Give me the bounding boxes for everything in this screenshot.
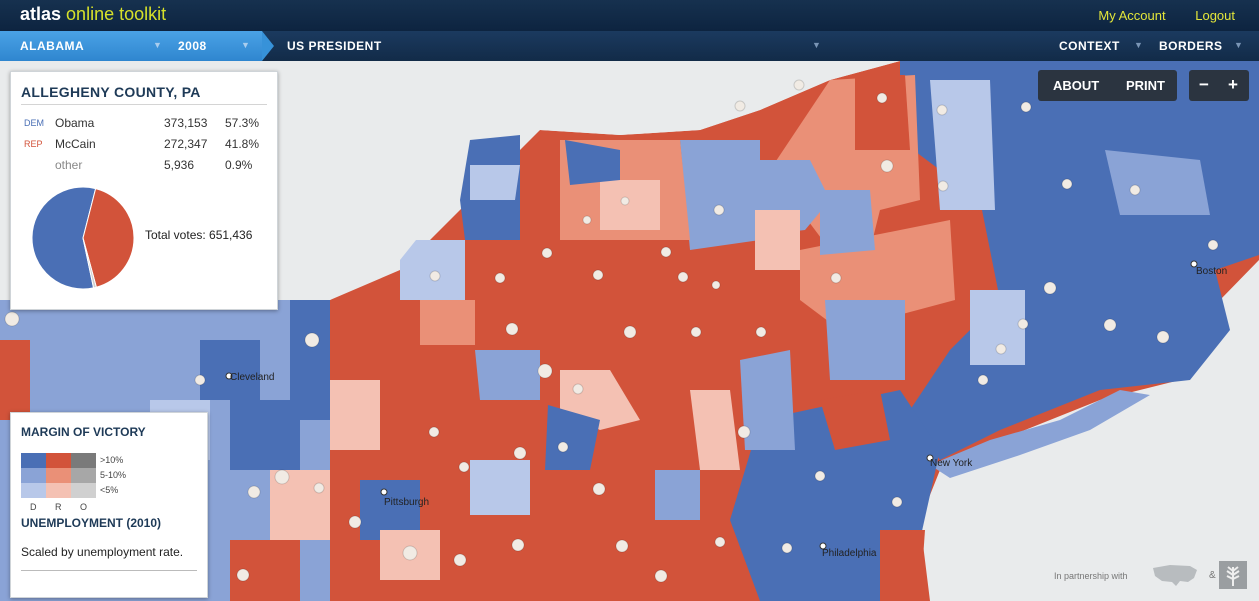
divider: [21, 570, 197, 571]
chevron-down-icon[interactable]: ▼: [153, 40, 162, 50]
county-patch[interactable]: [680, 140, 760, 250]
swatch-r-strong: [46, 453, 71, 468]
legend-column: D: [30, 502, 37, 512]
chevron-down-icon[interactable]: ▼: [1134, 40, 1143, 50]
legend-column: O: [80, 502, 88, 512]
context-menu[interactable]: CONTEXT: [1059, 39, 1120, 53]
county-info-panel: ALLEGHENY COUNTY, PA DEM Obama 373,153 5…: [10, 71, 278, 310]
partner-ampersand: &: [1209, 570, 1216, 581]
vote-count: 373,153: [164, 116, 208, 130]
wheat-logo-icon: [1219, 561, 1247, 589]
county-patch[interactable]: [230, 400, 300, 470]
city-label-new-york: New York: [930, 458, 973, 469]
race-dropdown[interactable]: US PRESIDENT: [287, 39, 382, 53]
city-label-philadelphia: Philadelphia: [822, 548, 877, 559]
vote-percent: 0.9%: [225, 158, 253, 172]
top-bar: atlas online toolkit My Account Logout: [0, 0, 1259, 31]
vote-count: 5,936: [164, 158, 195, 172]
year-dropdown[interactable]: 2008: [178, 39, 207, 53]
candidate-name: Obama: [55, 116, 95, 130]
chevron-down-icon[interactable]: ▼: [1234, 40, 1243, 50]
zoom-in-button[interactable]: +: [1228, 75, 1238, 95]
county-patch[interactable]: [880, 530, 925, 601]
county-patch[interactable]: [600, 180, 660, 230]
chevron-down-icon[interactable]: ▼: [241, 40, 250, 50]
legend-panel: MARGIN OF VICTORY >10% 5-10% <5% D R O U…: [10, 412, 208, 598]
county-patch[interactable]: [820, 190, 875, 255]
borders-menu[interactable]: BORDERS: [1159, 39, 1223, 53]
swatch-o-weak: [71, 483, 96, 498]
vote-count: 272,347: [164, 137, 208, 151]
county-patch[interactable]: [655, 470, 700, 520]
chevron-down-icon[interactable]: ▼: [812, 40, 821, 50]
city-label-boston: Boston: [1196, 266, 1227, 277]
county-patch[interactable]: [825, 300, 905, 380]
swatch-d-mid: [21, 468, 46, 483]
county-patch[interactable]: [470, 165, 520, 200]
result-row-other: other 5,936 0.9%: [24, 158, 264, 174]
vote-share-pie: [31, 186, 135, 290]
candidate-name: other: [55, 158, 83, 172]
brand-bold: atlas: [20, 4, 62, 24]
swatch-d-weak: [21, 483, 46, 498]
total-votes: Total votes: 651,436: [145, 228, 253, 242]
county-patch[interactable]: [970, 290, 1025, 365]
map-actions: ABOUT PRINT: [1038, 70, 1177, 101]
zoom-controls: − +: [1189, 70, 1249, 101]
state-dropdown[interactable]: ALABAMA: [20, 39, 84, 53]
legend-level: >10%: [100, 455, 124, 465]
unemployment-title: UNEMPLOYMENT (2010): [21, 516, 162, 530]
county-patch[interactable]: [400, 240, 465, 300]
nav-bar: ALABAMA ▼ 2008 ▼ US PRESIDENT ▼ CONTEXT …: [0, 31, 1259, 61]
swatch-d-strong: [21, 453, 46, 468]
swatch-o-mid: [71, 468, 96, 483]
partner-text: In partnership with: [1054, 571, 1128, 581]
swatch-r-mid: [46, 468, 71, 483]
swatch-r-weak: [46, 483, 71, 498]
county-patch[interactable]: [855, 75, 910, 150]
unemployment-note: Scaled by unemployment rate.: [21, 545, 184, 559]
vote-percent: 41.8%: [225, 137, 260, 151]
county-patch[interactable]: [470, 460, 530, 515]
party-label: DEM: [24, 118, 44, 128]
brand-logo[interactable]: atlas online toolkit: [20, 4, 166, 25]
county-patch[interactable]: [475, 350, 540, 400]
about-button[interactable]: ABOUT: [1053, 78, 1099, 93]
usa-map-icon: [1153, 565, 1197, 586]
margin-of-victory-title: MARGIN OF VICTORY: [21, 425, 146, 439]
vote-percent: 57.3%: [225, 116, 260, 130]
print-button[interactable]: PRINT: [1126, 78, 1165, 93]
swatch-o-strong: [71, 453, 96, 468]
logout-link[interactable]: Logout: [1195, 8, 1235, 23]
county-patch[interactable]: [330, 380, 380, 450]
county-patch[interactable]: [930, 80, 995, 210]
county-patch[interactable]: [200, 340, 260, 400]
divider: [21, 104, 267, 105]
legend-level: <5%: [100, 485, 119, 495]
my-account-link[interactable]: My Account: [1098, 8, 1165, 23]
county-patch[interactable]: [1105, 150, 1210, 215]
result-row-rep: REP McCain 272,347 41.8%: [24, 137, 264, 153]
candidate-name: McCain: [55, 137, 96, 151]
county-title: ALLEGHENY COUNTY, PA: [21, 84, 201, 100]
legend-level: 5-10%: [100, 470, 127, 480]
city-label-pittsburgh: Pittsburgh: [384, 497, 429, 508]
county-patch[interactable]: [290, 300, 330, 420]
party-label: REP: [24, 139, 43, 149]
county-patch[interactable]: [420, 380, 470, 440]
county-patch[interactable]: [755, 210, 800, 270]
county-patch[interactable]: [420, 300, 475, 345]
account-links: My Account Logout: [1072, 8, 1235, 23]
result-row-dem: DEM Obama 373,153 57.3%: [24, 116, 264, 132]
legend-column: R: [55, 502, 62, 512]
city-label-cleveland: Cleveland: [230, 372, 274, 383]
county-patch[interactable]: [0, 340, 30, 420]
zoom-out-button[interactable]: −: [1199, 75, 1209, 95]
brand-subtitle: online toolkit: [66, 4, 167, 24]
